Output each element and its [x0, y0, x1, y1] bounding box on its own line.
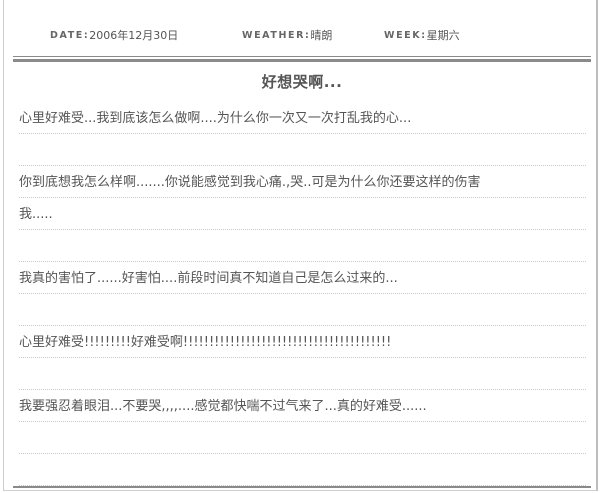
- weather-label: WEATHER:: [242, 29, 311, 41]
- date-value: 2006年12月30日: [89, 29, 179, 42]
- post-line: [19, 294, 586, 326]
- week-value: 星期六: [426, 29, 460, 42]
- diary-frame: DATE: 2006年12月30日 WEATHER: 晴朗 WEEK: 星期六 …: [3, 0, 598, 491]
- post-line: 我要强忍着眼泪...不要哭,,,,....感觉都快喘不过气来了...真的好难受.…: [19, 390, 586, 422]
- post-line: [19, 358, 586, 390]
- post-line: 心里好难受...我到底该怎么做啊....为什么你一次又一次打乱我的心...: [19, 102, 586, 134]
- header-divider-bottom: [13, 59, 591, 62]
- post-title: 好想哭啊...: [261, 73, 343, 91]
- date-label: DATE:: [50, 29, 90, 41]
- date-group: DATE: 2006年12月30日: [50, 27, 242, 43]
- header-divider-top: [13, 56, 591, 57]
- post-line: 心里好难受!!!!!!!!!好难受啊!!!!!!!!!!!!!!!!!!!!!!…: [19, 326, 586, 358]
- post-line: 你到底想我怎么样啊.......你说能感觉到我心痛.,哭..可是为什么你还要这样…: [19, 166, 586, 198]
- weather-group: WEATHER: 晴朗: [242, 27, 384, 43]
- footer-divider: [13, 486, 591, 488]
- diary-meta-bar: DATE: 2006年12月30日 WEATHER: 晴朗 WEEK: 星期六: [50, 26, 460, 44]
- post-line: 我.....: [19, 198, 586, 230]
- post-line: [19, 230, 586, 262]
- post-line: [19, 422, 586, 454]
- week-group: WEEK: 星期六: [384, 27, 460, 43]
- post-body: 心里好难受...我到底该怎么做啊....为什么你一次又一次打乱我的心... 你到…: [19, 102, 586, 486]
- post-line: [19, 454, 586, 486]
- weather-value: 晴朗: [310, 29, 333, 42]
- post-line: [19, 134, 586, 166]
- week-label: WEEK:: [384, 29, 427, 41]
- post-line: 我真的害怕了......好害怕....前段时间真不知道自己是怎么过来的...: [19, 262, 586, 294]
